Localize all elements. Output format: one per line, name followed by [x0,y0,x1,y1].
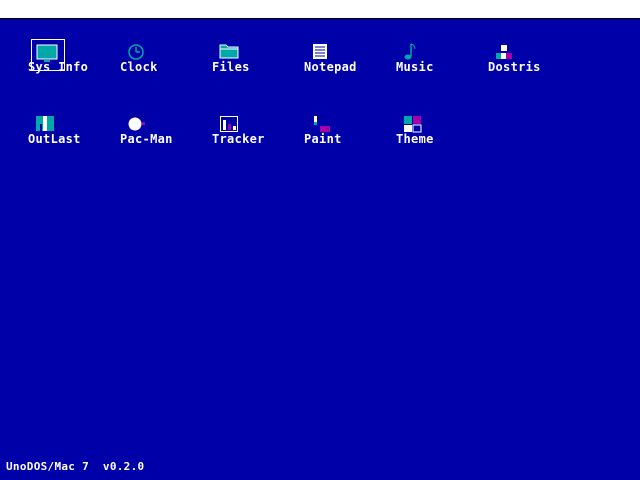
desktop-icon-outlast[interactable]: OutLast [28,112,108,162]
desktop-icon-pac-man[interactable]: Pac-Man [120,112,200,162]
desktop-icon-paint[interactable]: Paint [304,112,384,162]
desktop-icon-label: Dostris [488,60,541,74]
desktop-icon-label: OutLast [28,132,81,146]
desktop-icon-label: Tracker [212,132,265,146]
desktop-icon-label: Files [212,60,250,74]
desktop-icon-tracker[interactable]: Tracker [212,112,292,162]
desktop-icon-sys-info[interactable]: Sys Info [28,39,108,90]
desktop-icon-label: Clock [120,60,158,74]
desktop-icon-label: Pac-Man [120,132,173,146]
desktop-icon-files[interactable]: Files [212,40,292,90]
desktop-icon-label: Paint [304,132,342,146]
desktop-icon-label: Sys Info [28,60,89,74]
desktop-icon-dostris[interactable]: Dostris [488,40,568,90]
desktop-icon-label: Notepad [304,60,357,74]
desktop-icon-theme[interactable]: Theme [396,112,476,162]
desktop-icon-label: Music [396,60,434,74]
version-text: UnoDOS/Mac 7 v0.2.0 [6,460,145,473]
menu-bar [0,0,640,19]
desktop-icon-clock[interactable]: Clock [120,40,200,90]
desktop-icon-notepad[interactable]: Notepad [304,40,384,90]
desktop-icon-label: Theme [396,132,434,146]
desktop-icon-music[interactable]: Music [396,40,476,90]
